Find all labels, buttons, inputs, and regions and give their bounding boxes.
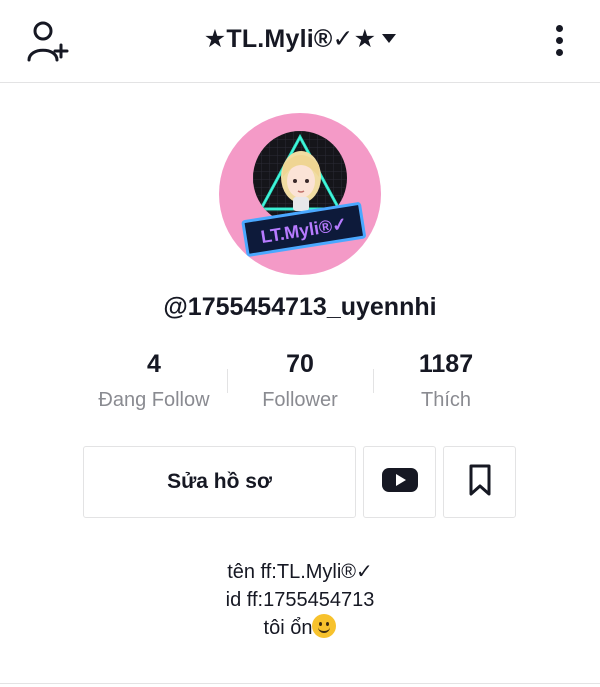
account-title: ★TL.Myli®✓★ — [203, 25, 377, 53]
username: @1755454713_uyennhi — [163, 293, 437, 321]
edit-profile-button[interactable]: Sửa hồ sơ — [83, 446, 356, 518]
top-bar: ★TL.Myli®✓★ — [0, 0, 600, 83]
smiley-icon — [312, 614, 337, 638]
follower-count: 70 — [286, 350, 314, 378]
youtube-button[interactable] — [363, 446, 436, 518]
youtube-icon — [381, 466, 419, 499]
vertical-dots-icon[interactable] — [546, 22, 572, 62]
following-stat[interactable]: 4 Đang Follow — [84, 350, 224, 412]
likes-count: 1187 — [418, 350, 474, 378]
edit-profile-label: Sửa hồ sơ — [167, 470, 272, 493]
follower-stat[interactable]: 70 Follower — [230, 350, 370, 412]
divider — [0, 683, 600, 684]
bookmark-icon — [466, 463, 494, 502]
caret-down-icon — [382, 34, 397, 43]
account-switcher[interactable]: ★TL.Myli®✓★ — [0, 24, 600, 54]
follower-label: Follower — [262, 389, 338, 411]
likes-label: Thích — [420, 389, 472, 411]
bio-line: tôi ổn — [263, 617, 313, 639]
stat-divider — [373, 369, 374, 393]
stat-divider — [227, 369, 228, 393]
following-label: Đang Follow — [98, 389, 210, 411]
bio: tên ff:TL.Myli®✓ id ff:1755454713 tôi ổn — [0, 558, 600, 642]
bookmark-button[interactable] — [443, 446, 516, 518]
bio-line: tên ff:TL.Myli®✓ — [227, 561, 373, 583]
bio-line: id ff:1755454713 — [225, 589, 375, 611]
following-count: 4 — [147, 350, 161, 378]
likes-stat[interactable]: 1187 Thích — [376, 350, 516, 412]
bio-line-with-emoji: tôi ổn — [0, 614, 600, 642]
avatar[interactable]: LT.Myli®✓ — [219, 113, 381, 275]
